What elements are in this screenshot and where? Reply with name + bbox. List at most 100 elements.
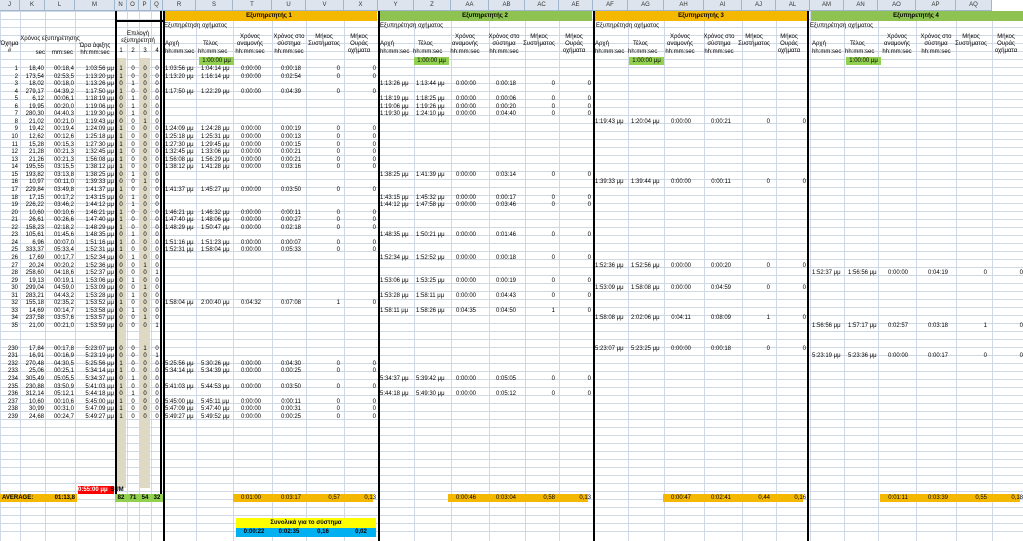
row-service-mmsec: 03:50,9 (53, 383, 74, 390)
gridline-h (0, 523, 1023, 524)
row-vehicle-number: 27 (11, 262, 18, 269)
first-event-value: 1:00:00 μμ (417, 58, 446, 64)
row-choice-2: 1 (131, 96, 135, 103)
server-3-start-header: Αρχή (595, 41, 609, 47)
row-arrival-time: 1:17:50 μμ (85, 88, 114, 95)
row-arrival-time: 1:52:34 μμ (85, 255, 114, 261)
row-service-sec: 19,42 (28, 126, 44, 133)
row-choice-4: 0 (155, 406, 159, 413)
thick-border (378, 11, 380, 541)
gridline-h (0, 331, 1023, 332)
row-service-mmsec: 05:33,4 (53, 247, 74, 254)
column-header-AC: AC (525, 0, 559, 11)
row-system-length: 0 (551, 81, 555, 88)
row-arrival-time: 5:45:00 μμ (85, 398, 114, 405)
row-vehicle-number: 5 (14, 96, 18, 103)
row-service-sec: 21,00 (28, 323, 44, 330)
row-choice-3: 0 (143, 156, 147, 163)
row-wait: 0:00:00 (887, 270, 909, 277)
row-queue-length: 0 (587, 194, 591, 201)
row-service-mmsec: 02:18,2 (53, 224, 74, 231)
row-choice-3: 0 (143, 186, 147, 193)
row-service-sec: 155,18 (25, 300, 44, 307)
row-queue-length: 0 (587, 202, 591, 209)
row-service-mmsec: 00:31,0 (53, 406, 74, 413)
row-choice-2: 0 (131, 300, 135, 307)
row-choice-3: 0 (143, 368, 147, 375)
row-choice-1: 0 (119, 194, 123, 201)
row-start: 5:47:09 μμ (165, 406, 194, 413)
row-vehicle-number: 233 (7, 368, 18, 375)
row-wait: 0:00:00 (240, 88, 262, 95)
row-system-length: 0 (551, 96, 555, 103)
row-in-system: 0:00:20 (710, 262, 732, 269)
row-start: 1:18:19 μμ (380, 96, 409, 103)
row-end: 1:50:47 μμ (201, 224, 230, 231)
row-vehicle-number: 28 (11, 270, 18, 277)
row-arrival-time: 1:44:12 μμ (85, 202, 114, 209)
row-start: 1:44:12 μμ (380, 202, 409, 209)
row-queue-length: 0 (372, 398, 376, 405)
row-system-length: 0 (336, 209, 340, 216)
row-choice-1: 0 (119, 285, 123, 292)
row-in-system: 0:00:27 (280, 217, 302, 224)
row-choice-3: 0 (143, 247, 147, 254)
row-service-sec: 270,48 (25, 360, 44, 367)
row-system-length: 0 (336, 239, 340, 246)
row-service-sec: 193,82 (25, 171, 44, 178)
row-queue-length: 0 (587, 375, 591, 382)
column-header-AN: AN (844, 0, 878, 11)
row-choice-1: 1 (119, 66, 123, 72)
row-choice-2: 0 (131, 88, 135, 95)
server-4-insystem-unit: hh:mm:sec (921, 49, 951, 55)
row-wait: 0:00:00 (240, 126, 262, 133)
row-choice-4: 0 (155, 88, 159, 95)
row-end: 1:57:17 μμ (848, 323, 877, 330)
average-queue-length: 0,13 (364, 495, 376, 501)
column-header-L: L (45, 0, 75, 11)
row-wait: 0:00:00 (455, 255, 477, 261)
row-service-mmsec: 02:53,5 (53, 73, 74, 80)
row-choice-4: 0 (155, 217, 159, 224)
row-start: 1:27:30 μμ (165, 141, 194, 148)
row-choice-4: 0 (155, 156, 159, 163)
row-choice-4: 0 (155, 300, 159, 307)
average-in-system: 0:03:39 (927, 495, 949, 501)
row-service-sec: 10,60 (28, 398, 44, 405)
row-system-length: 0 (766, 345, 770, 352)
row-system-length: 0 (336, 73, 340, 80)
row-system-length: 0 (766, 118, 770, 125)
row-wait: 0:00:00 (240, 239, 262, 246)
row-wait: 0:00:00 (670, 262, 692, 269)
row-choice-2: 0 (131, 126, 135, 133)
row-service-sec: 226,22 (25, 202, 44, 209)
server-2-start-header: Αρχή (380, 41, 394, 47)
row-system-length: 1 (766, 315, 770, 322)
row-choice-4: 0 (155, 194, 159, 201)
row-choice-3: 1 (143, 345, 147, 352)
system-total-value: 0:00:22 (243, 529, 265, 535)
row-queue-length: 0 (372, 156, 376, 163)
row-system-length: 0 (336, 247, 340, 254)
row-wait: 0:00:00 (455, 81, 477, 88)
row-vehicle-number: 237 (7, 398, 18, 405)
row-choice-2: 1 (131, 307, 135, 314)
row-choice-3: 0 (143, 111, 147, 118)
row-service-sec: 230,88 (25, 383, 44, 390)
row-arrival-time: 1:41:37 μμ (85, 186, 114, 193)
row-queue-length: 0 (372, 164, 376, 171)
gridline-h (0, 475, 1023, 476)
row-wait: 0:00:00 (455, 103, 477, 110)
row-choice-1: 1 (119, 156, 123, 163)
row-in-system: 0:03:14 (495, 171, 517, 178)
row-choice-4: 0 (155, 398, 159, 405)
row-arrival-time: 1:19:06 μμ (85, 103, 114, 110)
row-wait: 0:00:00 (455, 232, 477, 239)
row-choice-4: 0 (155, 292, 159, 299)
row-choice-2: 0 (131, 262, 135, 269)
server-1-insystem-header: Χρόνος στο σύστημα (273, 34, 305, 47)
service-time-header: Χρόνος εξυπηρέτησης (20, 36, 80, 42)
row-arrival-time: 1:48:35 μμ (85, 232, 114, 239)
row-end: 1:56:56 μμ (848, 270, 877, 277)
row-choice-4: 0 (155, 81, 159, 88)
